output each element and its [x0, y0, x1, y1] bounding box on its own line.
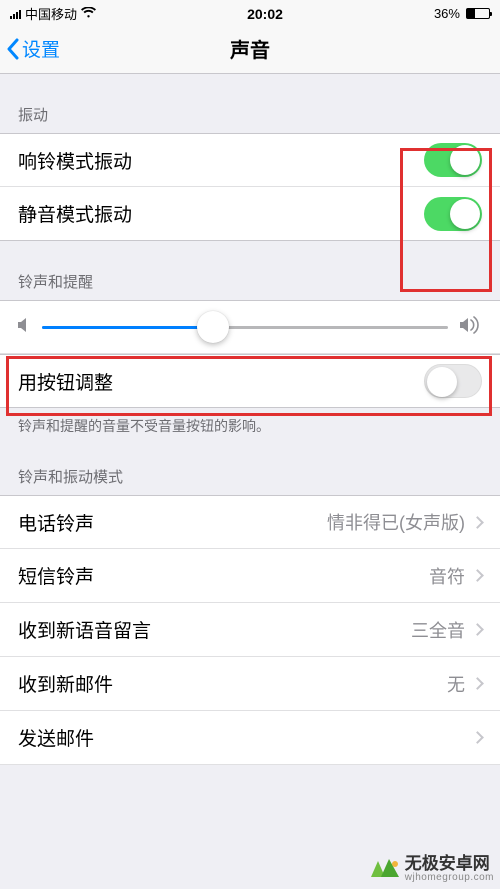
section-footer-ringer: 铃声和提醒的音量不受音量按钮的影响。 — [0, 408, 500, 436]
row-value: 音符 — [429, 563, 465, 589]
status-left: 中国移动 — [10, 4, 96, 23]
section-header-patterns: 铃声和振动模式 — [0, 436, 500, 495]
battery-percent-label: 36% — [434, 6, 460, 21]
toggle-vibrate-on-silent[interactable] — [424, 197, 482, 231]
section-header-ringer: 铃声和提醒 — [0, 241, 500, 300]
chevron-left-icon — [6, 38, 20, 60]
content: 振动 响铃模式振动 静音模式振动 铃声和提醒 用按钮调整 铃声和提醒的音量不受音… — [0, 74, 500, 765]
chevron-right-icon — [471, 569, 484, 582]
group-patterns: 电话铃声 情非得已(女声版) 短信铃声 音符 收到新语音留言 三全音 收到新邮件… — [0, 495, 500, 765]
row-new-voicemail[interactable]: 收到新语音留言 三全音 — [0, 603, 500, 657]
slider-thumb[interactable] — [197, 311, 229, 343]
watermark-title: 无极安卓网 — [405, 855, 494, 873]
back-button[interactable]: 设置 — [0, 35, 60, 62]
row-label: 响铃模式振动 — [18, 147, 132, 174]
row-value: 无 — [447, 671, 465, 697]
nav-bar: 设置 声音 — [0, 24, 500, 74]
ringer-volume-slider[interactable] — [42, 326, 448, 329]
toggle-change-with-buttons[interactable] — [424, 364, 482, 398]
row-vibrate-on-ring: 响铃模式振动 — [0, 133, 500, 187]
row-label: 收到新邮件 — [18, 670, 113, 697]
row-vibrate-on-silent: 静音模式振动 — [0, 187, 500, 241]
back-label: 设置 — [22, 35, 60, 62]
row-sent-mail[interactable]: 发送邮件 — [0, 711, 500, 765]
row-label: 发送邮件 — [18, 724, 94, 751]
row-label: 收到新语音留言 — [18, 616, 151, 643]
watermark: 无极安卓网 wjhomegroup.com — [369, 855, 494, 883]
status-right: 36% — [434, 6, 490, 21]
wifi-icon — [81, 6, 96, 21]
clock-label: 20:02 — [247, 6, 283, 22]
group-change-with-buttons: 用按钮调整 — [0, 354, 500, 408]
row-change-with-buttons: 用按钮调整 — [0, 354, 500, 408]
chevron-right-icon — [471, 677, 484, 690]
page-title: 声音 — [0, 34, 500, 63]
row-label: 短信铃声 — [18, 562, 94, 589]
row-ringtone[interactable]: 电话铃声 情非得已(女声版) — [0, 495, 500, 549]
row-value: 情非得已(女声版) — [327, 509, 465, 535]
chevron-right-icon — [471, 731, 484, 744]
row-new-mail[interactable]: 收到新邮件 无 — [0, 657, 500, 711]
row-text-tone[interactable]: 短信铃声 音符 — [0, 549, 500, 603]
slider-fill — [42, 326, 213, 329]
chevron-right-icon — [471, 516, 484, 529]
watermark-logo-icon — [369, 857, 399, 881]
chevron-right-icon — [471, 623, 484, 636]
row-value: 三全音 — [411, 617, 465, 643]
section-header-vibration: 振动 — [0, 74, 500, 133]
battery-icon — [466, 8, 490, 19]
carrier-label: 中国移动 — [25, 4, 77, 23]
status-bar: 中国移动 20:02 36% — [0, 0, 500, 24]
volume-low-icon — [18, 317, 30, 338]
row-label: 电话铃声 — [18, 509, 94, 536]
signal-icon — [10, 9, 21, 19]
group-vibration: 响铃模式振动 静音模式振动 — [0, 133, 500, 241]
row-label: 静音模式振动 — [18, 200, 132, 227]
toggle-vibrate-on-ring[interactable] — [424, 143, 482, 177]
volume-high-icon — [460, 316, 482, 339]
watermark-url: wjhomegroup.com — [405, 873, 494, 884]
row-ringer-volume — [0, 300, 500, 354]
row-label: 用按钮调整 — [18, 368, 113, 395]
